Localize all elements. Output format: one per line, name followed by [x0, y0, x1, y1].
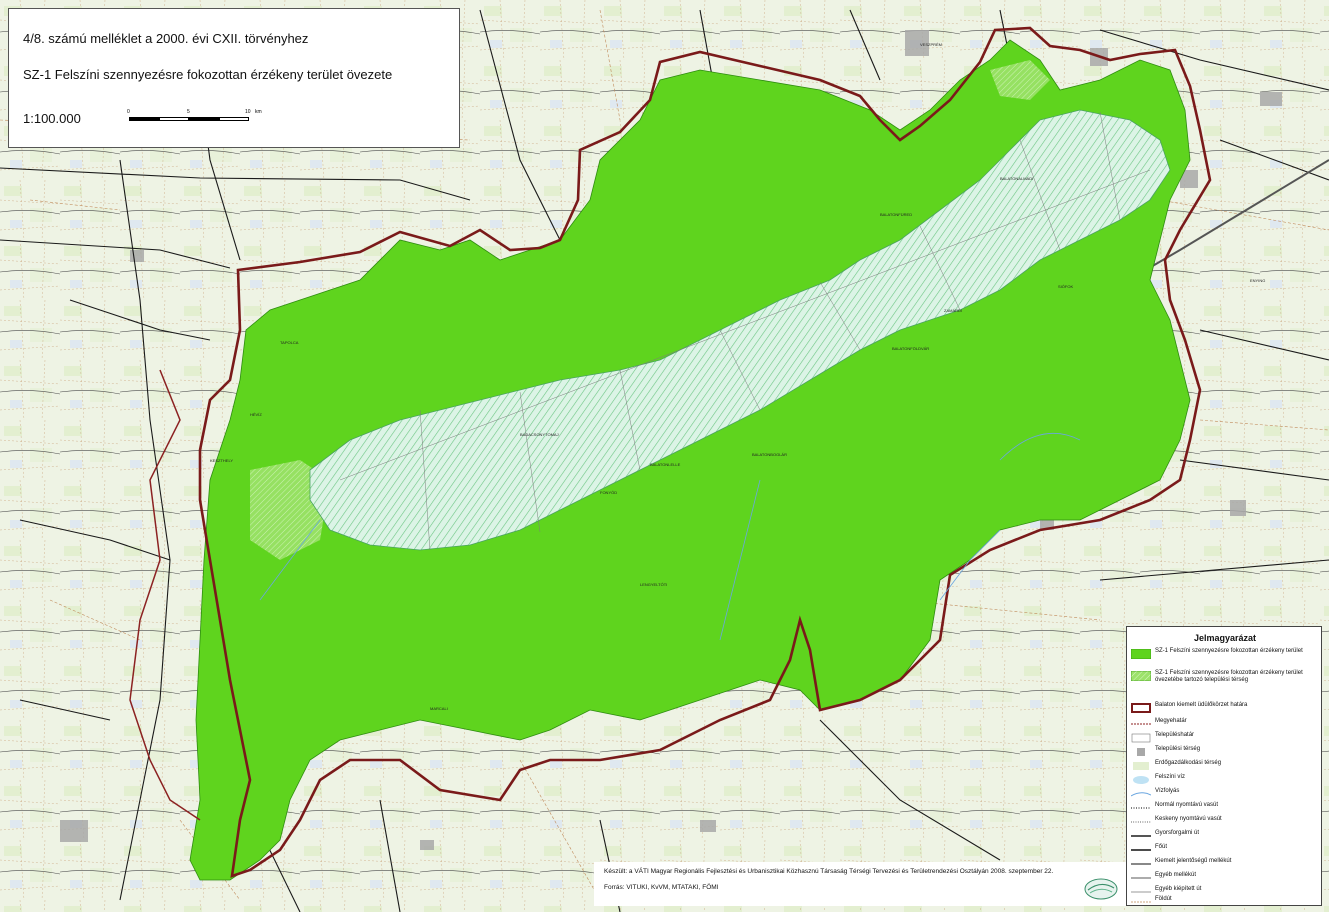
legend-symbol-road-main	[1131, 849, 1151, 851]
legend-label: Kiemelt jelentőségű mellékút	[1155, 858, 1232, 864]
legend-label: Települési térség	[1155, 746, 1201, 752]
legend-symbol-road-secondary	[1131, 863, 1151, 865]
credit-source: Forrás: VITUKI, KvVM, MTATAKI, FÖMI	[604, 884, 719, 891]
legend-item: Keskeny nyomtávú vasút	[1131, 815, 1321, 829]
legend-item: Települési térség	[1131, 745, 1321, 759]
legend-item: Gyorsforgalmi út	[1131, 829, 1321, 843]
place-label: MARCALI	[430, 706, 448, 711]
credit-made-by: Készült: a VÁTI Magyar Regionális Fejles…	[604, 868, 1054, 875]
legend-symbol-county-line	[1131, 723, 1151, 725]
place-label: BADACSONYTOMAJ	[520, 432, 559, 437]
place-label: BALATONLELLE	[650, 462, 681, 467]
scale-tick: 0	[127, 109, 130, 115]
legend-label: Felszíni víz	[1155, 774, 1186, 780]
legend-symbol-road-other	[1131, 877, 1151, 879]
scale-tick: 10	[245, 109, 251, 115]
legend-item: Vízfolyás	[1131, 787, 1321, 801]
legend-item: SZ-1 Felszíni szennyezésre fokozottan ér…	[1131, 669, 1321, 691]
place-label: ZAMÁRDI	[944, 308, 962, 313]
place-label: FONYÓD	[600, 490, 618, 495]
legend-symbol-boundary-thick	[1131, 703, 1151, 713]
legend-symbol-green-hatch	[1131, 671, 1151, 681]
scale-unit: km	[255, 109, 262, 115]
legend-item: SZ-1 Felszíni szennyezésre fokozottan ér…	[1131, 647, 1321, 669]
legend-item: Kiemelt jelentőségű mellékút	[1131, 857, 1321, 871]
legend-symbol-road-dirt	[1131, 901, 1151, 903]
legend-label: Gyorsforgalmi út	[1155, 830, 1200, 836]
place-label: BALATONBOGLÁR	[752, 452, 787, 457]
place-label: KESZTHELY	[210, 458, 234, 463]
place-label: LENGYELTÓTI	[640, 582, 668, 587]
legend-item: Földút	[1131, 895, 1321, 909]
credits-box: Készült: a VÁTI Magyar Regionális Fejles…	[594, 862, 1126, 906]
scale-bar: 0 5 10 km	[127, 109, 262, 123]
legend-symbol-water-fill	[1133, 776, 1149, 784]
legend-symbol-green-fill	[1131, 649, 1151, 659]
legend-symbol-road-express	[1131, 835, 1151, 837]
legend-label: Földút	[1155, 896, 1172, 902]
place-label: SIÓFOK	[1058, 284, 1074, 289]
legend-label: SZ-1 Felszíni szennyezésre fokozottan ér…	[1155, 648, 1303, 654]
legend-label: Normál nyomtávú vasút	[1155, 802, 1219, 808]
place-label: BALATONFÖLDVÁR	[892, 346, 930, 351]
legend-symbol-rail-normal	[1131, 807, 1151, 809]
title-box: 4/8. számú melléklet a 2000. évi CXII. t…	[8, 8, 460, 148]
legend-label: Keskeny nyomtávú vasút	[1155, 816, 1222, 822]
legend-label: Egyéb kiépített út	[1155, 886, 1202, 892]
legend-item: Településhatár	[1131, 731, 1321, 745]
legend-label: Egyéb mellékút	[1155, 872, 1197, 878]
legend-label: Településhatár	[1155, 732, 1195, 738]
legend-item: Normál nyomtávú vasút	[1131, 801, 1321, 815]
legend-label: Balaton kiemelt üdülőkörzet határa	[1155, 702, 1248, 708]
legend-item: Balaton kiemelt üdülőkörzet határa	[1131, 701, 1321, 715]
legend-label: SZ-1 Felszíni szennyezésre fokozottan ér…	[1155, 670, 1303, 683]
legend-title: Jelmagyarázat	[1193, 633, 1257, 643]
legend-item: Megyehatár	[1131, 717, 1321, 731]
legend-symbol-settlement-line	[1131, 733, 1151, 743]
place-label: BALATONFÜRED	[880, 212, 913, 217]
place-label: VESZPRÉM	[920, 42, 943, 47]
vati-logo-icon	[1084, 878, 1118, 900]
scale-tick: 5	[187, 109, 190, 115]
map-scale: 1:100.000	[23, 111, 81, 126]
legend-label: Főút	[1155, 844, 1168, 850]
legend-item: Felszíni víz	[1131, 773, 1321, 787]
legend-item: Egyéb mellékút	[1131, 871, 1321, 885]
legend-item: Erdőgazdálkodási térség	[1131, 759, 1321, 773]
legend-symbol-grey-fill	[1137, 748, 1145, 756]
legend-symbol-stream-line	[1131, 792, 1151, 797]
place-label: BALATONALMÁDI	[1000, 176, 1034, 181]
legend-item: Főút	[1131, 843, 1321, 857]
zone-title: SZ-1 Felszíni szennyezésre fokozottan ér…	[23, 67, 393, 82]
place-label: TAPOLCA	[280, 340, 299, 345]
legend: Jelmagyarázat SZ-1 Felszíni szennyezésre…	[1126, 626, 1322, 906]
legend-symbol-light-green-fill	[1133, 762, 1149, 770]
legend-symbol-rail-narrow	[1131, 821, 1151, 823]
place-label: HÉVÍZ	[250, 412, 262, 417]
place-label: ENYING	[1250, 278, 1266, 283]
legend-label: Erdőgazdálkodási térség	[1155, 760, 1222, 766]
legend-label: Megyehatár	[1155, 718, 1187, 724]
legend-label: Vízfolyás	[1155, 788, 1180, 794]
annex-title: 4/8. számú melléklet a 2000. évi CXII. t…	[23, 31, 309, 46]
